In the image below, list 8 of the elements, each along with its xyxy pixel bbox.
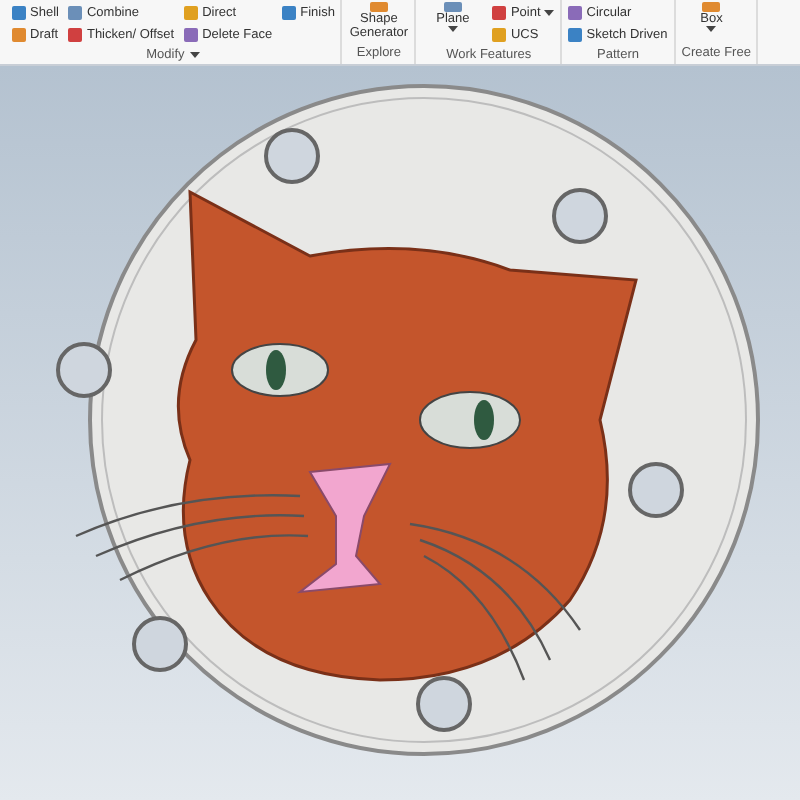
tool-icon: [369, 2, 388, 12]
caret-icon: [706, 26, 717, 32]
tool-icon: [282, 6, 297, 20]
dropdown-caret-icon[interactable]: [190, 52, 201, 59]
tool-icon: [443, 2, 462, 12]
caret-icon: [544, 10, 555, 16]
caret-icon: [447, 26, 458, 32]
tool-icon: [702, 2, 721, 12]
